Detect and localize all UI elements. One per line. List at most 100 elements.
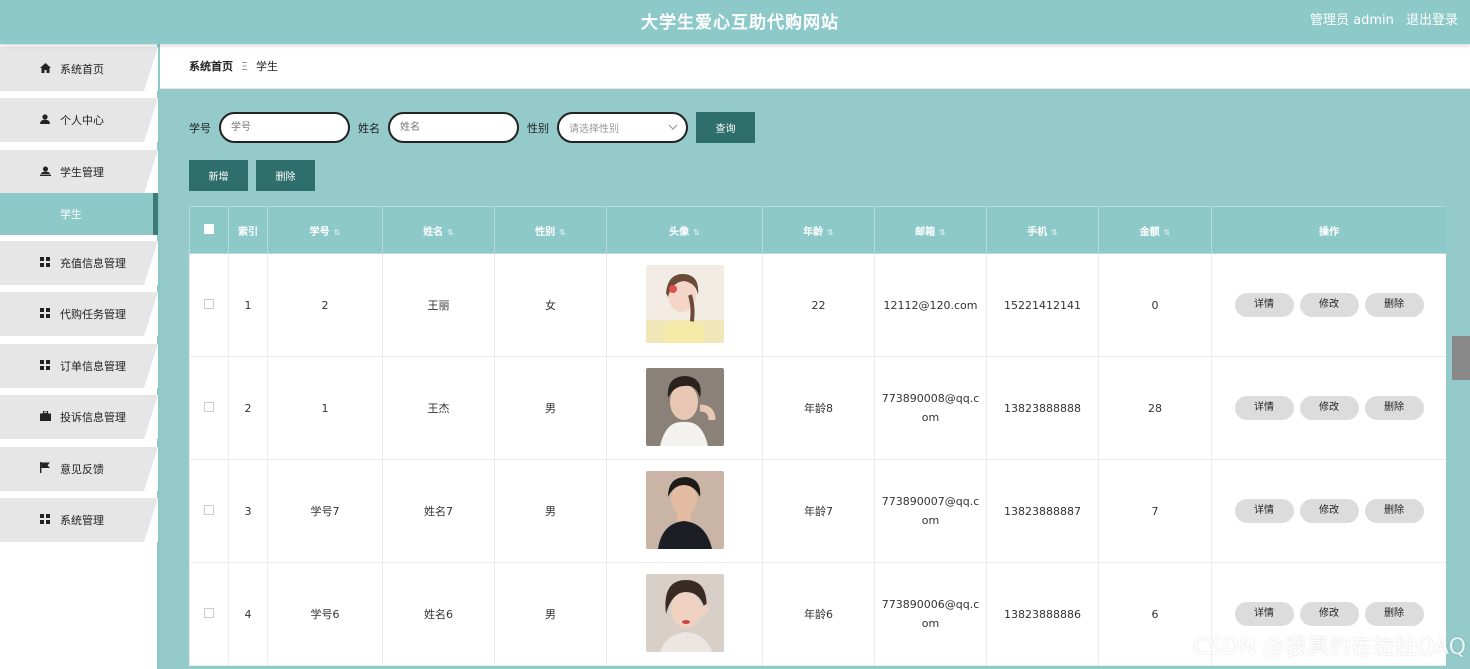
name-cell: 姓名6 (382, 562, 495, 666)
flag-icon (38, 462, 52, 476)
avatar-cell (606, 356, 763, 460)
avatar[interactable] (645, 264, 724, 343)
gender-cell: 男 (494, 562, 607, 666)
column-header[interactable]: 性别 ⇅ (494, 206, 607, 254)
age-cell: 年龄6 (762, 562, 875, 666)
column-header[interactable]: 手机 ⇅ (986, 206, 1099, 254)
column-header[interactable]: 姓名 ⇅ (382, 206, 495, 254)
sidebar-item-home[interactable]: 系统首页 (0, 47, 158, 91)
column-header[interactable]: 头像 ⇅ (606, 206, 763, 254)
delete-button[interactable]: 删除 (1364, 499, 1424, 523)
search-bar: 学号 姓名 性别 请选择性别 查询 (189, 112, 755, 143)
email-cell: 12112@120.com (874, 253, 987, 357)
delete-button[interactable]: 删除 (1364, 602, 1424, 626)
row-select-cell[interactable] (189, 562, 229, 666)
name-cell: 王杰 (382, 356, 495, 460)
briefcase-icon (38, 409, 52, 424)
student-id-input[interactable] (219, 112, 350, 143)
sidebar-item-label: 学生管理 (60, 166, 104, 179)
age-cell: 年龄7 (762, 459, 875, 563)
row-select-cell[interactable] (189, 459, 229, 563)
row-checkbox[interactable] (204, 298, 214, 309)
sidebar-item-complaints[interactable]: 投诉信息管理 (0, 395, 158, 439)
table-row: 3 学号7 姓名7 男 年龄7 773890007@qq.com 1382388… (189, 459, 1446, 563)
phone-cell: 13823888886 (986, 562, 1099, 666)
sort-icon[interactable]: ⇅ (1051, 228, 1058, 237)
sort-icon[interactable]: ⇅ (939, 228, 946, 237)
row-select-cell[interactable] (189, 253, 229, 357)
edit-button[interactable]: 修改 (1299, 396, 1359, 420)
sidebar-subitem-student[interactable]: 学生 (0, 193, 158, 235)
sidebar-item-purchase-task[interactable]: 代购任务管理 (0, 292, 158, 336)
row-select-cell[interactable] (189, 356, 229, 460)
column-header-label: 学号 (309, 226, 330, 238)
column-header-label: 性别 (535, 226, 556, 238)
amount-cell: 7 (1098, 459, 1212, 563)
gender-select[interactable]: 请选择性别 (557, 112, 688, 143)
sidebar-item-student-management[interactable]: 学生管理 (0, 150, 158, 194)
avatar[interactable] (645, 470, 724, 549)
avatar-cell (606, 253, 763, 357)
sidebar-item-label: 系统管理 (60, 514, 104, 527)
row-checkbox[interactable] (204, 504, 214, 515)
home-icon (38, 62, 52, 76)
edit-button[interactable]: 修改 (1299, 602, 1359, 626)
operations-cell: 详情 修改 删除 (1211, 253, 1446, 357)
sidebar-item-label: 系统首页 (60, 63, 104, 76)
chevron-down-icon (668, 122, 678, 133)
index-cell: 2 (228, 356, 268, 460)
header-user-area: 管理员 admin 退出登录 (1302, 9, 1458, 28)
sidebar-item-orders[interactable]: 订单信息管理 (0, 344, 158, 388)
sidebar-item-profile[interactable]: 个人中心 (0, 98, 158, 142)
row-checkbox[interactable] (204, 607, 214, 618)
delete-button[interactable]: 删除 (1364, 396, 1424, 420)
detail-button[interactable]: 详情 (1234, 602, 1294, 626)
row-checkbox[interactable] (204, 401, 214, 412)
index-cell: 3 (228, 459, 268, 563)
add-button[interactable]: 新增 (189, 160, 248, 191)
table-header-row: 索引 学号 ⇅ 姓名 ⇅ 性别 ⇅ 头像 ⇅ 年龄 ⇅ 邮箱 ⇅ 手机 ⇅ 金额 ⇅ 操作 (189, 206, 1446, 254)
edit-button[interactable]: 修改 (1299, 293, 1359, 317)
email-cell: 773890006@qq.com (874, 562, 987, 666)
delete-button[interactable]: 删除 (1364, 293, 1424, 317)
column-header[interactable]: 邮箱 ⇅ (874, 206, 987, 254)
sort-icon[interactable]: ⇅ (334, 228, 341, 237)
main-content: 学号 姓名 性别 请选择性别 查询 新增 删除 索引 学号⇅ 姓 (160, 89, 1470, 669)
operations-cell: 详情 修改 删除 (1211, 356, 1446, 460)
query-button[interactable]: 查询 (696, 112, 755, 143)
select-all-checkbox[interactable] (204, 223, 214, 234)
users-icon (38, 166, 52, 179)
column-header[interactable]: 金额 ⇅ (1098, 206, 1212, 254)
column-header[interactable]: 学号 ⇅ (267, 206, 383, 254)
side-collapse-tab[interactable] (1452, 336, 1470, 380)
grid-icon (38, 513, 52, 527)
breadcrumb-home[interactable]: 系统首页 (189, 58, 233, 74)
logout-link[interactable]: 退出登录 (1406, 13, 1458, 28)
avatar[interactable] (645, 367, 724, 446)
select-all-cell[interactable] (189, 206, 229, 254)
sort-icon[interactable]: ⇅ (827, 228, 834, 237)
sort-icon[interactable]: ⇅ (447, 228, 454, 237)
grid-icon (38, 307, 52, 321)
detail-button[interactable]: 详情 (1234, 293, 1294, 317)
column-header[interactable]: 年龄 ⇅ (762, 206, 875, 254)
sidebar-item-recharge[interactable]: 充值信息管理 (0, 241, 158, 285)
batch-delete-button[interactable]: 删除 (256, 160, 315, 191)
gender-cell: 男 (494, 459, 607, 563)
name-input[interactable] (388, 112, 519, 143)
student-id-cell: 2 (267, 253, 383, 357)
sidebar-item-system[interactable]: 系统管理 (0, 498, 158, 542)
sort-icon[interactable]: ⇅ (693, 228, 700, 237)
detail-button[interactable]: 详情 (1234, 396, 1294, 420)
sidebar-item-feedback[interactable]: 意见反馈 (0, 447, 158, 491)
phone-cell: 13823888887 (986, 459, 1099, 563)
sort-icon[interactable]: ⇅ (1164, 228, 1171, 237)
avatar[interactable] (645, 573, 724, 652)
edit-button[interactable]: 修改 (1299, 499, 1359, 523)
gender-cell: 男 (494, 356, 607, 460)
sidebar-item-label: 订单信息管理 (60, 360, 126, 373)
breadcrumb-current: 学生 (255, 60, 278, 73)
detail-button[interactable]: 详情 (1234, 499, 1294, 523)
avatar-cell (606, 562, 763, 666)
sort-icon[interactable]: ⇅ (559, 228, 566, 237)
